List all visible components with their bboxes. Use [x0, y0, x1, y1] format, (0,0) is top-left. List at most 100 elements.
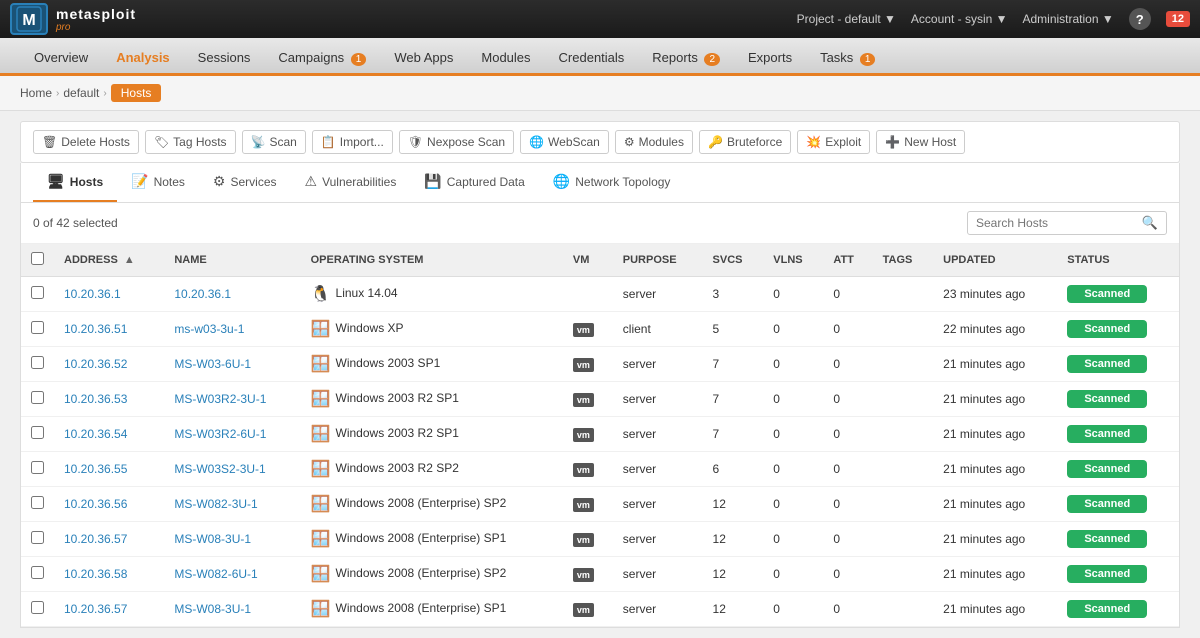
row-name[interactable]: MS-W03R2-6U-1: [164, 417, 300, 452]
name-link[interactable]: MS-W03R2-3U-1: [174, 392, 266, 406]
row-checkbox-4[interactable]: [31, 426, 44, 439]
row-checkbox-cell[interactable]: [21, 522, 54, 557]
modules-button[interactable]: ⚙ Modules: [615, 130, 693, 154]
row-name[interactable]: ms-w03-3u-1: [164, 312, 300, 347]
name-link[interactable]: MS-W03-6U-1: [174, 357, 251, 371]
row-checkbox-5[interactable]: [31, 461, 44, 474]
name-link[interactable]: MS-W082-6U-1: [174, 567, 257, 581]
address-link[interactable]: 10.20.36.53: [64, 392, 127, 406]
row-checkbox-3[interactable]: [31, 391, 44, 404]
row-checkbox-cell[interactable]: [21, 312, 54, 347]
nav-modules[interactable]: Modules: [467, 42, 544, 76]
row-address[interactable]: 10.20.36.1: [54, 277, 164, 312]
tab-vulnerabilities[interactable]: ⚠ Vulnerabilities: [291, 163, 411, 202]
name-link[interactable]: MS-W03S2-3U-1: [174, 462, 265, 476]
address-link[interactable]: 10.20.36.56: [64, 497, 127, 511]
row-checkbox-8[interactable]: [31, 566, 44, 579]
row-checkbox-0[interactable]: [31, 286, 44, 299]
row-address[interactable]: 10.20.36.58: [54, 557, 164, 592]
name-link[interactable]: MS-W08-3U-1: [174, 532, 251, 546]
row-name[interactable]: MS-W082-3U-1: [164, 487, 300, 522]
nav-campaigns[interactable]: Campaigns 1: [264, 42, 380, 76]
scan-button[interactable]: 📡 Scan: [242, 130, 306, 154]
nav-credentials[interactable]: Credentials: [545, 42, 639, 76]
nav-sessions[interactable]: Sessions: [184, 42, 265, 76]
notification-badge[interactable]: 12: [1166, 11, 1190, 27]
row-address[interactable]: 10.20.36.56: [54, 487, 164, 522]
tab-captured-data[interactable]: 💾 Captured Data: [410, 163, 538, 202]
address-link[interactable]: 10.20.36.57: [64, 532, 127, 546]
breadcrumb-home[interactable]: Home: [20, 86, 52, 100]
col-address[interactable]: ADDRESS ▲: [54, 244, 164, 277]
delete-hosts-button[interactable]: 🗑 Delete Hosts: [33, 130, 139, 154]
row-checkbox-7[interactable]: [31, 531, 44, 544]
bruteforce-button[interactable]: 🔑 Bruteforce: [699, 130, 791, 154]
address-link[interactable]: 10.20.36.58: [64, 567, 127, 581]
webscan-button[interactable]: 🌐 WebScan: [520, 130, 609, 154]
row-checkbox-cell[interactable]: [21, 382, 54, 417]
name-link[interactable]: 10.20.36.1: [174, 287, 231, 301]
row-checkbox-cell[interactable]: [21, 592, 54, 627]
address-link[interactable]: 10.20.36.55: [64, 462, 127, 476]
row-address[interactable]: 10.20.36.57: [54, 592, 164, 627]
row-checkbox-1[interactable]: [31, 321, 44, 334]
row-address[interactable]: 10.20.36.52: [54, 347, 164, 382]
project-selector[interactable]: Project - default ▼: [797, 12, 896, 26]
address-link[interactable]: 10.20.36.51: [64, 322, 127, 336]
row-checkbox-9[interactable]: [31, 601, 44, 614]
row-checkbox-cell[interactable]: [21, 347, 54, 382]
address-link[interactable]: 10.20.36.57: [64, 602, 127, 616]
row-address[interactable]: 10.20.36.57: [54, 522, 164, 557]
nexpose-scan-button[interactable]: 🛡 Nexpose Scan: [399, 130, 514, 154]
row-address[interactable]: 10.20.36.54: [54, 417, 164, 452]
tag-hosts-button[interactable]: 🏷 Tag Hosts: [145, 130, 236, 154]
nav-exports[interactable]: Exports: [734, 42, 806, 76]
address-link[interactable]: 10.20.36.1: [64, 287, 121, 301]
row-checkbox-6[interactable]: [31, 496, 44, 509]
select-all-checkbox[interactable]: [31, 252, 44, 265]
tab-notes[interactable]: 📝 Notes: [117, 163, 199, 202]
row-checkbox-cell[interactable]: [21, 487, 54, 522]
row-name[interactable]: 10.20.36.1: [164, 277, 300, 312]
row-name[interactable]: MS-W08-3U-1: [164, 592, 300, 627]
new-host-button[interactable]: ➕ New Host: [876, 130, 965, 154]
nav-reports[interactable]: Reports 2: [638, 42, 734, 76]
row-name[interactable]: MS-W082-6U-1: [164, 557, 300, 592]
help-button[interactable]: ?: [1129, 8, 1151, 30]
nav-tasks[interactable]: Tasks 1: [806, 42, 889, 76]
address-link[interactable]: 10.20.36.52: [64, 357, 127, 371]
row-checkbox-cell[interactable]: [21, 452, 54, 487]
row-address[interactable]: 10.20.36.51: [54, 312, 164, 347]
tab-hosts[interactable]: 🖥 Hosts: [33, 163, 117, 202]
row-name[interactable]: MS-W03S2-3U-1: [164, 452, 300, 487]
name-link[interactable]: MS-W08-3U-1: [174, 602, 251, 616]
nav-analysis[interactable]: Analysis: [102, 42, 183, 76]
nav-overview[interactable]: Overview: [20, 42, 102, 76]
name-link[interactable]: MS-W082-3U-1: [174, 497, 257, 511]
row-name[interactable]: MS-W08-3U-1: [164, 522, 300, 557]
search-input[interactable]: [976, 216, 1142, 230]
search-box[interactable]: 🔍: [967, 211, 1167, 235]
row-address[interactable]: 10.20.36.55: [54, 452, 164, 487]
row-checkbox-cell[interactable]: [21, 557, 54, 592]
os-icon: 🪟: [311, 356, 331, 373]
address-link[interactable]: 10.20.36.54: [64, 427, 127, 441]
row-checkbox-2[interactable]: [31, 356, 44, 369]
account-selector[interactable]: Account - sysin ▼: [911, 12, 1008, 26]
row-name[interactable]: MS-W03-6U-1: [164, 347, 300, 382]
row-vlns: 0: [763, 452, 823, 487]
row-address[interactable]: 10.20.36.53: [54, 382, 164, 417]
tab-network-topology[interactable]: 🌐 Network Topology: [539, 163, 685, 202]
row-name[interactable]: MS-W03R2-3U-1: [164, 382, 300, 417]
name-link[interactable]: ms-w03-3u-1: [174, 322, 244, 336]
row-checkbox-cell[interactable]: [21, 417, 54, 452]
breadcrumb-project[interactable]: default: [63, 86, 99, 100]
select-all-header[interactable]: [21, 244, 54, 277]
name-link[interactable]: MS-W03R2-6U-1: [174, 427, 266, 441]
admin-selector[interactable]: Administration ▼: [1023, 12, 1114, 26]
row-checkbox-cell[interactable]: [21, 277, 54, 312]
import-button[interactable]: 📋 Import...: [312, 130, 393, 154]
nav-webapps[interactable]: Web Apps: [380, 42, 467, 76]
exploit-button[interactable]: 💥 Exploit: [797, 130, 870, 154]
tab-services[interactable]: ⚙ Services: [199, 163, 291, 202]
